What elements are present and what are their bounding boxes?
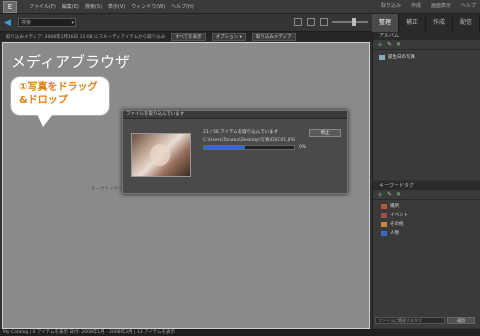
edit-album-icon[interactable]: ✎ bbox=[387, 41, 392, 48]
workspace-tabs: 整理 補正 作成 配信 bbox=[372, 14, 480, 32]
tab-share[interactable]: 配信 bbox=[453, 14, 480, 32]
progress-fill bbox=[204, 146, 245, 149]
add-tag-icon[interactable]: ＋ bbox=[377, 190, 383, 199]
import-info-bar: 取り込みメディア: 2008年1月16日 11:08 にフルーディアイテムから取… bbox=[0, 32, 372, 41]
import-status: 21 / 56 アイテムを取り込んでいます bbox=[203, 130, 279, 135]
tag-label: その他 bbox=[390, 222, 404, 227]
dialog-title: ファイルを取り込んでいます bbox=[123, 111, 347, 119]
toolbar: ◀ 検索 ▾ bbox=[0, 14, 372, 32]
status-bar: My Catalog | 0 アイテムを表示 日付: 2008年1月 - 200… bbox=[0, 329, 480, 336]
import-info-text: 取り込みメディア: 2008年1月16日 11:08 にフルーディアイテムから取… bbox=[6, 34, 166, 40]
menu-help[interactable]: ヘルプ(H) bbox=[171, 3, 194, 10]
tag-filter-input[interactable]: ファイルに関連するタグ bbox=[375, 316, 445, 324]
delete-tag-icon[interactable]: ✕ bbox=[396, 191, 401, 198]
tag-item-events[interactable]: イベント bbox=[381, 212, 480, 218]
album-item[interactable]: 誕生日の写真 bbox=[379, 54, 480, 60]
menu-window[interactable]: ウィンドウ(W) bbox=[131, 3, 165, 10]
tag-icon bbox=[381, 203, 387, 209]
callout-text: ①写真をドラッグ &ドロップ bbox=[19, 81, 109, 107]
delete-album-icon[interactable]: ✕ bbox=[396, 41, 401, 48]
menu-edit[interactable]: 編集(E) bbox=[62, 3, 79, 10]
view-icons bbox=[294, 18, 328, 26]
app-window: E ファイル(F) 編集(E) 検索(S) 表示(V) ウィンドウ(W) ヘルプ… bbox=[0, 0, 480, 336]
tags-panel-header[interactable]: キーワードタグ bbox=[373, 182, 480, 190]
tag-icon bbox=[381, 221, 387, 227]
menu-right-actions: 取り込み 作成 画面表示 ヘルプ bbox=[381, 2, 476, 9]
callout-line-1: ①写真をドラッグ bbox=[19, 82, 98, 93]
album-panel-header[interactable]: アルバム bbox=[373, 32, 480, 40]
show-all-button[interactable]: すべてを表示 bbox=[171, 32, 206, 41]
grid-view-icon[interactable] bbox=[294, 18, 302, 26]
album-panel: アルバム ＋ ✎ ✕ 誕生日の写真 bbox=[372, 32, 480, 180]
callout-line-2: &ドロップ bbox=[19, 95, 68, 106]
thumbnail-size-slider[interactable] bbox=[332, 18, 368, 26]
detail-view-icon[interactable] bbox=[307, 18, 315, 26]
album-icon bbox=[379, 54, 385, 60]
stop-button[interactable]: 停止 bbox=[309, 129, 341, 137]
import-progress-bar bbox=[203, 145, 295, 150]
apply-button[interactable]: 適用 bbox=[447, 316, 475, 324]
help-button[interactable]: ヘルプ bbox=[461, 2, 476, 9]
edit-tag-icon[interactable]: ✎ bbox=[387, 191, 392, 198]
tag-item-other[interactable]: その他 bbox=[381, 221, 480, 227]
tab-fix[interactable]: 補正 bbox=[399, 14, 426, 32]
import-path: C:\Users\Tanaka\Desktop\写真\DSC01.JPG bbox=[203, 138, 296, 143]
album-toolbar: ＋ ✎ ✕ bbox=[373, 40, 480, 50]
display-button[interactable]: 画面表示 bbox=[431, 2, 451, 9]
tag-label: 人物 bbox=[390, 231, 399, 236]
imported-media-button[interactable]: 取り込みメディア bbox=[251, 32, 296, 41]
chevron-down-icon[interactable]: ▾ bbox=[71, 19, 74, 27]
keyword-tags-panel: キーワードタグ ＋ ✎ ✕ 場所 イベント その他 人物 ファイルに関連するタグ… bbox=[372, 182, 480, 328]
instruction-callout: ①写真をドラッグ &ドロップ bbox=[10, 76, 110, 127]
tag-icon bbox=[381, 212, 387, 218]
tag-item-people[interactable]: 人物 bbox=[381, 230, 480, 236]
photo-thumbnail bbox=[131, 133, 191, 177]
import-dialog: ファイルを取り込んでいます 21 / 56 アイテムを取り込んでいます C:\U… bbox=[122, 110, 348, 194]
progress-percent: 0% bbox=[299, 145, 307, 150]
create-button[interactable]: 作成 bbox=[411, 2, 421, 9]
tag-label: 場所 bbox=[390, 204, 399, 209]
search-placeholder: 検索 bbox=[21, 20, 32, 26]
import-button[interactable]: 取り込み bbox=[381, 2, 401, 9]
search-input[interactable]: 検索 ▾ bbox=[18, 18, 76, 27]
page-title: メディアブラウザ bbox=[11, 53, 130, 71]
menu-bar: E ファイル(F) 編集(E) 検索(S) 表示(V) ウィンドウ(W) ヘルプ… bbox=[0, 0, 480, 14]
menu-search[interactable]: 検索(S) bbox=[85, 3, 102, 10]
tab-create[interactable]: 作成 bbox=[426, 14, 453, 32]
tags-footer: ファイルに関連するタグ 適用 bbox=[373, 316, 480, 324]
slideshow-icon[interactable] bbox=[320, 18, 328, 26]
menu-view[interactable]: 表示(V) bbox=[108, 3, 125, 10]
tag-item-places[interactable]: 場所 bbox=[381, 203, 480, 209]
back-arrow-icon[interactable]: ◀ bbox=[4, 18, 14, 28]
main-menu: ファイル(F) 編集(E) 検索(S) 表示(V) ウィンドウ(W) ヘルプ(H… bbox=[29, 3, 194, 10]
tag-label: イベント bbox=[390, 213, 408, 218]
tab-organize[interactable]: 整理 bbox=[372, 14, 399, 32]
album-item-label: 誕生日の写真 bbox=[388, 55, 415, 60]
menu-file[interactable]: ファイル(F) bbox=[29, 3, 56, 10]
add-album-icon[interactable]: ＋ bbox=[377, 40, 383, 49]
options-button[interactable]: オプション ▾ bbox=[211, 32, 246, 41]
tag-icon bbox=[381, 230, 387, 236]
organizer-placeholder: オーガナイザー bbox=[91, 187, 123, 192]
tags-toolbar: ＋ ✎ ✕ bbox=[373, 190, 480, 200]
app-logo-icon: E bbox=[3, 0, 17, 13]
